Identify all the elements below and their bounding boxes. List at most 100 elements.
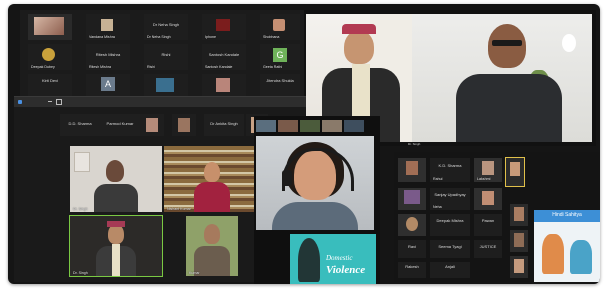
- participant-tile[interactable]: [140, 114, 164, 136]
- strip-thumbnail[interactable]: [322, 120, 342, 132]
- participant-tile[interactable]: Dr Neha Singh Dr Neha Singh: [144, 14, 188, 40]
- participant-display-name: Rishi: [161, 51, 171, 57]
- participant-name: Geeta Rathi: [263, 65, 283, 69]
- participant-name: Shobhana: [263, 35, 280, 39]
- avatar: [514, 233, 524, 247]
- participant-tile[interactable]: [28, 14, 72, 40]
- shared-slide[interactable]: Domestic Violence: [290, 234, 376, 284]
- strip-thumbnail[interactable]: [344, 120, 364, 132]
- participant-name: Rishi: [147, 65, 155, 69]
- participant-tile[interactable]: Vandana Mishra: [86, 14, 130, 40]
- participant-tile[interactable]: G Geeta Rathi: [260, 44, 300, 70]
- participant-tile[interactable]: Iphone: [202, 14, 246, 40]
- avatar: [42, 48, 55, 61]
- gallery-window-top: Vandana Mishra Dr Neha Singh Dr Neha Sin…: [20, 10, 304, 103]
- participant-display-name: Jitendra Shukla: [266, 78, 294, 84]
- participant-display-name: K.D. Sharma: [438, 162, 462, 168]
- participant-tile[interactable]: [144, 74, 188, 96]
- avatar: [514, 259, 524, 273]
- maximize-icon[interactable]: [56, 99, 62, 105]
- slide-title-line2: Violence: [326, 264, 366, 276]
- shared-poster[interactable]: Hindi Sahitya: [534, 210, 600, 282]
- speaker-caption: Dr. Singh: [408, 142, 421, 146]
- avatar-letter: G: [273, 47, 287, 62]
- poster-title: Hindi Sahitya: [552, 212, 582, 218]
- strip-thumbnail[interactable]: [300, 120, 320, 132]
- participant-video-active[interactable]: Dr. Singh: [69, 215, 163, 277]
- participant-thumbnail[interactable]: [510, 256, 528, 278]
- strip-thumbnail[interactable]: [278, 120, 298, 132]
- video-thumbnail: [34, 17, 64, 35]
- participant-row[interactable]: [474, 188, 502, 210]
- window-icon: [18, 100, 22, 104]
- avatar: [510, 162, 520, 176]
- participant-tile[interactable]: [172, 114, 196, 136]
- participant-tile[interactable]: Kirti Devi: [28, 74, 72, 96]
- strip-thumbnail[interactable]: [256, 120, 276, 132]
- participant-row[interactable]: K.D. Sharma Rahul: [430, 158, 470, 182]
- participant-video[interactable]: Nishant Kumar: [164, 146, 256, 212]
- featured-speaker-video[interactable]: [256, 136, 374, 230]
- featured-window: Domestic Violence: [254, 116, 380, 284]
- avatar: [178, 118, 190, 132]
- participant-name: Dr Neha Singh: [147, 35, 171, 39]
- participant-name: Deepak Dubey: [31, 65, 55, 69]
- participant-row[interactable]: Rakesh: [398, 262, 426, 278]
- participant-name: Dr. Singh: [73, 271, 88, 275]
- participant-row[interactable]: JUSTICE: [474, 240, 502, 258]
- participant-scarf: [112, 244, 120, 276]
- participant-row[interactable]: [398, 158, 426, 182]
- participant-tile[interactable]: Santosh Kandale Santosh Kandale: [202, 44, 246, 70]
- participant-row[interactable]: Seema Tyagi: [430, 240, 470, 258]
- avatar: [404, 190, 420, 204]
- participant-row[interactable]: [398, 214, 426, 236]
- participant-row[interactable]: Lakshmi: [474, 158, 502, 182]
- participant-display-name: Seema Tyagi: [438, 243, 462, 249]
- participant-name: Ritesh Mishra: [89, 65, 111, 69]
- participant-video[interactable]: Kumar: [186, 216, 238, 276]
- participant-thumbnail[interactable]: [510, 204, 528, 226]
- window-title-bar[interactable]: [14, 96, 306, 107]
- participant-display-name: Anjali: [445, 264, 455, 270]
- avatar: [406, 217, 418, 231]
- participant-row[interactable]: Ravi: [398, 240, 426, 258]
- participant-thumbnail[interactable]: [510, 230, 528, 252]
- slide-title-line1: Domestic: [326, 254, 353, 262]
- video-thumbnail: [156, 78, 174, 92]
- participant-video[interactable]: Dr. Singh: [70, 146, 162, 212]
- avatar: [482, 161, 494, 175]
- participant-display-name: JUSTICE: [479, 243, 497, 249]
- screenshot-frame: Vandana Mishra Dr Neha Singh Dr Neha Sin…: [8, 4, 600, 284]
- lamp: [562, 34, 576, 52]
- participant-tile[interactable]: Deepak Dubey: [28, 44, 72, 70]
- participant-tile[interactable]: Jitendra Shukla: [260, 74, 300, 96]
- speaker-tile-right[interactable]: [412, 14, 592, 142]
- avatar: [406, 161, 418, 175]
- participant-tile[interactable]: Rishi Rishi: [144, 44, 188, 70]
- participants-window-right: K.D. Sharma Rahul Lakshmi Sanjay Upadhya…: [394, 152, 600, 282]
- participant-name: Lakshmi: [477, 177, 491, 181]
- participant-tile[interactable]: Parmod Kumar: [100, 114, 140, 136]
- participant-name: Iphone: [205, 35, 216, 39]
- participant-display-name: Dr Neha Singh: [152, 21, 180, 27]
- avatar-letter: A: [101, 77, 115, 92]
- speaker-body: [456, 74, 562, 142]
- participant-row[interactable]: Deepak Mishra: [430, 214, 470, 236]
- participant-tile[interactable]: A: [86, 74, 130, 96]
- slide-silhouette: [298, 238, 320, 282]
- participant-tile[interactable]: [202, 74, 246, 96]
- participant-tile[interactable]: Dr Ankita Singh: [204, 114, 244, 136]
- participant-row[interactable]: Pawan: [474, 214, 502, 236]
- participant-name: Rahul: [433, 177, 443, 181]
- participant-row[interactable]: [398, 188, 426, 210]
- participant-name: Vandana Mishra: [89, 35, 115, 39]
- participant-tile[interactable]: Shobhana: [260, 14, 300, 40]
- participant-tile[interactable]: Ritesh Mishra Ritesh Mishra: [86, 44, 130, 70]
- participant-row[interactable]: [505, 157, 525, 187]
- participant-display-name: Dr Ankita Singh: [210, 120, 238, 126]
- participant-row[interactable]: Anjali: [430, 262, 470, 278]
- minimize-icon[interactable]: [48, 101, 52, 102]
- participant-head: [106, 160, 124, 182]
- participant-tile[interactable]: D.D. Sharma: [60, 114, 100, 136]
- participant-row[interactable]: Sanjay Upadhyay Neha: [430, 188, 470, 210]
